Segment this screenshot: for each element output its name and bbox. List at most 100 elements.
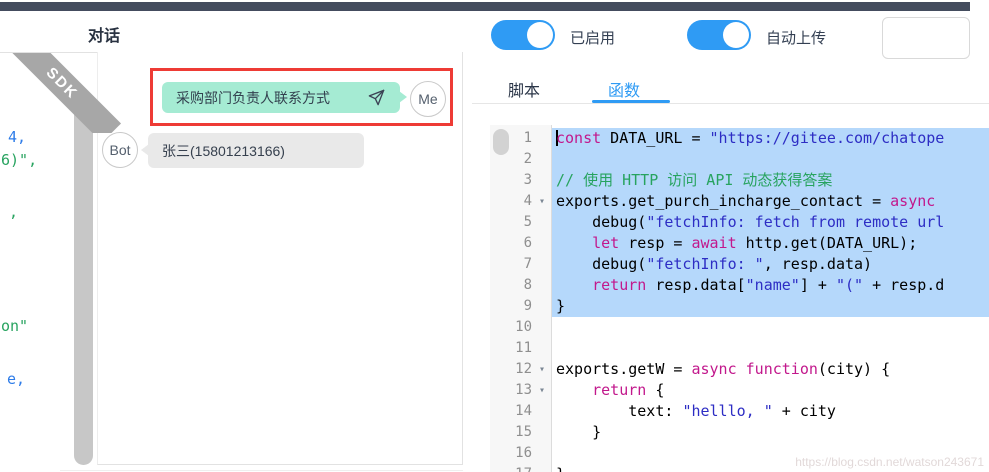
code-line[interactable]: 4 ▾ exports.get_purch_incharge_contact = a…: [490, 191, 989, 212]
code-line[interactable]: 5 debug("fetchInfo: fetch from remote ur…: [490, 212, 989, 233]
code-token: http.get(DATA_URL);: [736, 234, 918, 252]
line-number: 5: [523, 214, 532, 230]
tab-script[interactable]: 脚本: [508, 77, 540, 101]
code-line[interactable]: 10: [490, 317, 989, 338]
toggle-knob: [723, 22, 749, 48]
code-token: return: [592, 276, 647, 294]
code-text[interactable]: exports.getW = async function(city) {: [552, 359, 989, 380]
line-number: 13: [515, 382, 532, 398]
code-text[interactable]: return {: [552, 380, 989, 401]
page-title: 对话: [88, 28, 121, 45]
line-gutter: 16: [490, 443, 552, 464]
code-text[interactable]: return resp.data["name"] + "(" + resp.d: [552, 275, 989, 296]
tab-function[interactable]: 函数: [608, 77, 640, 101]
toggle-knob: [527, 22, 553, 48]
top-bar: [0, 2, 970, 11]
code-text[interactable]: text: "helllo, " + city: [552, 401, 989, 422]
code-token: DATA_URL =: [601, 129, 710, 147]
code-line[interactable]: 7 debug("fetchInfo: ", resp.data): [490, 254, 989, 275]
code-text[interactable]: let resp = await http.get(DATA_URL);: [552, 233, 989, 254]
line-gutter: 4 ▾: [490, 191, 552, 212]
watermark: https://blog.csdn.net/watson243671: [795, 455, 984, 469]
code-token: + city: [772, 402, 836, 420]
line-gutter: 17: [490, 464, 552, 472]
code-line[interactable]: 12 ▾ exports.getW = async function(city) {: [490, 359, 989, 380]
background-code-fragment: e,: [7, 370, 26, 388]
sdk-ribbon-container: SDK: [0, 53, 135, 133]
code-token: }: [556, 297, 566, 315]
send-icon: [367, 88, 386, 107]
code-text[interactable]: debug("fetchInfo: ", resp.data): [552, 254, 989, 275]
code-token: "https://gitee.com/chatope: [709, 129, 945, 147]
code-token: , resp.data): [763, 255, 873, 273]
code-text[interactable]: exports.get_purch_incharge_contact = asy…: [552, 191, 989, 212]
toolbar-button[interactable]: [882, 17, 970, 59]
line-gutter: 9: [490, 296, 552, 317]
code-line[interactable]: 13 ▾ return {: [490, 380, 989, 401]
code-text[interactable]: // 使用 HTTP 访问 API 动态获得答案: [552, 170, 989, 191]
code-line[interactable]: 11: [490, 338, 989, 359]
code-token: "(": [835, 276, 864, 294]
line-gutter: 14: [490, 401, 552, 422]
auto-upload-toggle-label: 自动上传: [766, 30, 827, 47]
line-number: 9: [523, 298, 532, 314]
code-line[interactable]: 1 const DATA_URL = "https://gitee.com/cha…: [490, 128, 989, 149]
code-token: // 使用 HTTP 访问 API 动态获得答案: [556, 171, 833, 189]
code-text[interactable]: [552, 149, 989, 170]
code-token: }: [556, 423, 602, 441]
code-token: return: [592, 381, 647, 399]
fold-icon[interactable]: ▾: [532, 191, 552, 212]
line-gutter: 11: [490, 338, 552, 359]
line-number: 8: [523, 277, 532, 293]
line-number: 16: [515, 445, 532, 461]
code-token: text:: [556, 402, 683, 420]
line-number: 12: [515, 361, 532, 377]
fold-icon[interactable]: ▾: [532, 380, 552, 401]
code-token: exports.get_purch_incharge_contact =: [556, 192, 891, 210]
line-gutter: 1: [490, 128, 552, 149]
line-gutter: 2: [490, 149, 552, 170]
code-token: "name": [745, 276, 800, 294]
line-number: 3: [523, 172, 532, 188]
code-token: const: [556, 129, 602, 147]
code-line[interactable]: 14 text: "helllo, " + city: [490, 401, 989, 422]
code-line[interactable]: 2: [490, 149, 989, 170]
code-text[interactable]: [552, 317, 989, 338]
line-gutter: 3: [490, 170, 552, 191]
line-number: 6: [523, 235, 532, 251]
bot-message-text: 张三(15801213166): [162, 142, 285, 159]
code-text[interactable]: const DATA_URL = "https://gitee.com/chat…: [552, 128, 989, 149]
fold-icon[interactable]: ▾: [532, 359, 552, 380]
line-number: 14: [515, 403, 532, 419]
bot-message-bubble[interactable]: 张三(15801213166): [141, 133, 364, 168]
code-line[interactable]: 15 }: [490, 422, 989, 443]
code-line[interactable]: 8 return resp.data["name"] + "(" + resp.…: [490, 275, 989, 296]
scrollbar-thumb[interactable]: [74, 100, 93, 465]
code-line[interactable]: 3 // 使用 HTTP 访问 API 动态获得答案: [490, 170, 989, 191]
me-message-bubble[interactable]: 采购部门负责人联系方式: [162, 82, 407, 113]
enabled-toggle[interactable]: [491, 20, 555, 50]
code-text[interactable]: [552, 338, 989, 359]
code-text[interactable]: }: [552, 296, 989, 317]
code-token: resp =: [619, 234, 692, 252]
code-text[interactable]: debug("fetchInfo: fetch from remote url: [552, 212, 989, 233]
code-text[interactable]: }: [552, 422, 989, 443]
code-editor[interactable]: 1 const DATA_URL = "https://gitee.com/cha…: [490, 125, 989, 472]
code-line[interactable]: 9}: [490, 296, 989, 317]
code-token: + resp.d: [863, 276, 945, 294]
me-message-text: 采购部门负责人联系方式: [176, 89, 330, 106]
code-line[interactable]: 6 let resp = await http.get(DATA_URL);: [490, 233, 989, 254]
line-gutter: 7: [490, 254, 552, 275]
auto-upload-toggle[interactable]: [687, 20, 751, 50]
